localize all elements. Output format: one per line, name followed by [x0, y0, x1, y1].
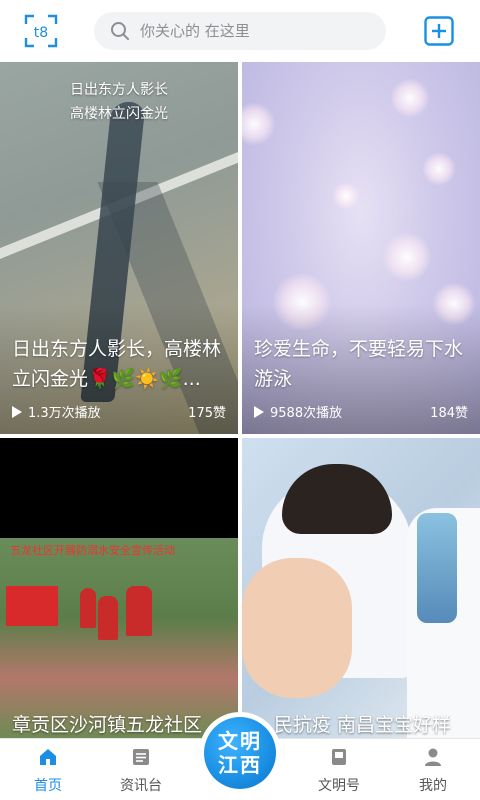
center-logo-button[interactable]: 文明 江西 [199, 712, 281, 794]
search-placeholder: 你关心的 在这里 [140, 22, 250, 40]
play-count: 1.3万次播放 [12, 404, 101, 424]
video-card[interactable]: 日出东方人影长 高楼林立闪金光 日出东方人影长，高楼林立闪金光🌹🌿☀️🌿... … [0, 62, 238, 434]
thumbnail-detail [242, 558, 352, 698]
scan-icon[interactable]: t8 [24, 14, 58, 48]
svg-text:t8: t8 [34, 25, 48, 41]
tab-news[interactable]: 资讯台 [101, 739, 181, 800]
wenming-jiangxi-logo: 文明 江西 [204, 717, 276, 789]
thumbnail-caption-line: 高楼林立闪金光 [70, 106, 168, 122]
tab-label: 资讯台 [120, 778, 162, 794]
video-card[interactable]: 珍爱生命，不要轻易下水游泳 9588次播放 184赞 [242, 62, 480, 434]
home-icon [40, 749, 56, 765]
video-title: 章贡区沙河镇五龙社区 [12, 714, 203, 736]
search-bar[interactable]: 你关心的 在这里 [94, 12, 386, 50]
video-card[interactable]: 五龙社区开展防溺水安全宣传活动 章贡区沙河镇五龙社区 [0, 438, 238, 738]
thumbnail-caption: 日出东方人影长 高楼林立闪金光 [0, 78, 238, 126]
thumbnail-detail [417, 513, 457, 623]
logo-text-line: 江西 [218, 753, 262, 777]
add-icon[interactable] [424, 16, 454, 46]
video-title: 民抗疫 南昌宝宝好样 [274, 714, 452, 736]
tab-label: 我的 [419, 778, 447, 794]
thumbnail-photo [0, 538, 238, 738]
user-icon [425, 748, 441, 766]
video-feed-grid: 日出东方人影长 高楼林立闪金光 日出东方人影长，高楼林立闪金光🌹🌿☀️🌿... … [0, 62, 480, 738]
video-title: 日出东方人影长，高楼林立闪金光🌹🌿☀️🌿... [12, 338, 222, 390]
thumbnail-detail [98, 596, 118, 640]
thumbnail-caption-line: 日出东方人影长 [70, 82, 168, 98]
thumbnail-detail [80, 588, 96, 628]
thumbnail-detail [422, 152, 456, 186]
news-icon [133, 749, 149, 765]
thumbnail-detail [390, 78, 430, 118]
play-icon [254, 406, 264, 418]
tab-home[interactable]: 首页 [8, 739, 88, 800]
play-icon [12, 406, 22, 418]
thumbnail-detail [382, 232, 432, 282]
thumbnail-detail [332, 182, 360, 210]
video-card[interactable]: 民抗疫 南昌宝宝好样 [242, 438, 480, 738]
top-bar: t8 你关心的 在这里 [0, 0, 480, 62]
video-stats: 9588次播放 184赞 [254, 404, 468, 424]
logo-text: 文明 江西 [204, 729, 276, 777]
tab-label: 文明号 [318, 778, 360, 794]
tab-label: 首页 [34, 778, 62, 794]
thumbnail-banner: 五龙社区开展防溺水安全宣传活动 [10, 544, 175, 557]
tab-civilization-account[interactable]: 文明号 [299, 739, 379, 800]
like-count: 184赞 [430, 406, 468, 421]
video-stats: 1.3万次播放 175赞 [12, 404, 226, 424]
play-count-text: 1.3万次播放 [28, 406, 101, 421]
logo-text-line: 文明 [218, 729, 262, 753]
thumbnail-detail [126, 586, 152, 636]
like-count: 175赞 [188, 406, 226, 421]
thumbnail-detail [6, 586, 58, 626]
play-count: 9588次播放 [254, 404, 342, 424]
tab-profile[interactable]: 我的 [393, 739, 473, 800]
document-icon [332, 749, 346, 765]
video-title: 珍爱生命，不要轻易下水游泳 [254, 338, 464, 390]
search-icon [111, 22, 129, 40]
play-count-text: 9588次播放 [270, 406, 343, 421]
